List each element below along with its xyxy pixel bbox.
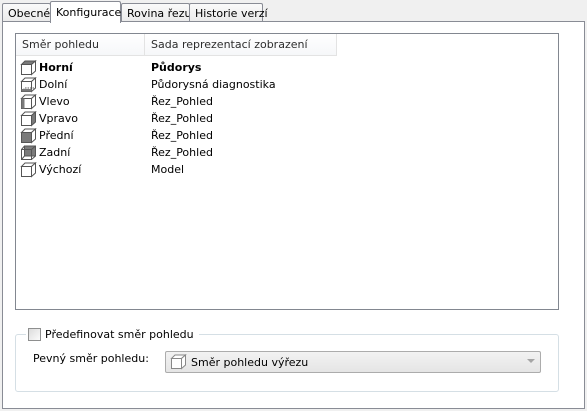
- list-rows: Horní Půdorys Dolní Půdorysná diagnostik…: [16, 59, 558, 178]
- fixed-direction-combo[interactable]: Směr pohledu výřezu: [165, 351, 541, 373]
- view-front-icon: [20, 127, 37, 144]
- direction-label: Vpravo: [39, 112, 79, 125]
- tab-konfigurace[interactable]: Konfigurace: [50, 1, 121, 23]
- tab-label: Historie verzí: [195, 7, 268, 20]
- column-header-label: Směr pohledu: [22, 38, 99, 51]
- set-cell: Řez_Pohled: [151, 95, 213, 108]
- list-row[interactable]: Přední Řez_Pohled: [16, 127, 558, 144]
- direction-label: Přední: [39, 129, 74, 142]
- list-row[interactable]: Vlevo Řez_Pohled: [16, 93, 558, 110]
- direction-label: Výchozí: [39, 163, 82, 176]
- tab-label: Obecné: [8, 7, 51, 20]
- direction-cell: Zadní: [20, 144, 70, 161]
- view-bottom-icon: [20, 76, 37, 93]
- override-checkbox-row[interactable]: Předefinovat směr pohledu: [26, 326, 199, 342]
- view-direction-list[interactable]: Směr pohledu Sada reprezentací zobrazení…: [15, 33, 559, 310]
- set-cell: Řez_Pohled: [151, 129, 213, 142]
- tab-label: Konfigurace: [56, 6, 122, 19]
- combo-value: Směr pohledu výřezu: [191, 355, 309, 369]
- set-cell: Půdorys: [151, 61, 202, 74]
- list-header: Směr pohledu Sada reprezentací zobrazení: [16, 34, 558, 56]
- column-header-set[interactable]: Sada reprezentací zobrazení: [145, 34, 337, 56]
- direction-cell: Vpravo: [20, 110, 78, 127]
- set-cell: Řez_Pohled: [151, 146, 213, 159]
- view-left-icon: [20, 93, 37, 110]
- direction-label: Horní: [39, 61, 73, 74]
- view-cube-icon: [170, 354, 187, 370]
- set-cell: Řez_Pohled: [151, 112, 213, 125]
- fixed-direction-label: Pevný směr pohledu:: [33, 352, 149, 365]
- override-groupbox: Předefinovat směr pohledu Pevný směr poh…: [15, 326, 559, 392]
- tab-rovina-rezu[interactable]: Rovina řezu: [121, 3, 192, 23]
- set-cell: Půdorysná diagnostika: [151, 78, 276, 91]
- direction-cell: Výchozí: [20, 161, 81, 178]
- override-checkbox[interactable]: [28, 327, 41, 341]
- direction-cell: Horní: [20, 59, 73, 76]
- view-back-icon: [21, 145, 36, 160]
- tab-obecne[interactable]: Obecné: [2, 3, 51, 23]
- list-row[interactable]: Horní Půdorys: [16, 59, 558, 76]
- chevron-down-icon[interactable]: [527, 359, 535, 363]
- view-right-icon: [20, 110, 37, 127]
- direction-label: Vlevo: [39, 95, 70, 108]
- tab-label: Rovina řezu: [127, 7, 192, 20]
- direction-cell: Dolní: [20, 76, 67, 93]
- direction-label: Zadní: [39, 146, 71, 159]
- view-top-icon: [20, 59, 37, 76]
- list-row[interactable]: Vpravo Řez_Pohled: [16, 110, 558, 127]
- list-row[interactable]: Zadní Řez_Pohled: [16, 144, 558, 161]
- direction-label: Dolní: [39, 78, 68, 91]
- direction-cell: Přední: [20, 127, 74, 144]
- column-header-label: Sada reprezentací zobrazení: [151, 38, 308, 51]
- list-row[interactable]: Dolní Půdorysná diagnostika: [16, 76, 558, 93]
- direction-cell: Vlevo: [20, 93, 70, 110]
- override-checkbox-label[interactable]: Předefinovat směr pohledu: [45, 328, 194, 341]
- view-default-icon: [20, 161, 37, 178]
- tab-panel: Směr pohledu Sada reprezentací zobrazení…: [2, 21, 585, 409]
- tab-historie-verzi[interactable]: Historie verzí: [189, 3, 268, 23]
- column-header-direction[interactable]: Směr pohledu: [16, 34, 145, 56]
- list-row[interactable]: Výchozí Model: [16, 161, 558, 178]
- set-cell: Model: [151, 163, 185, 176]
